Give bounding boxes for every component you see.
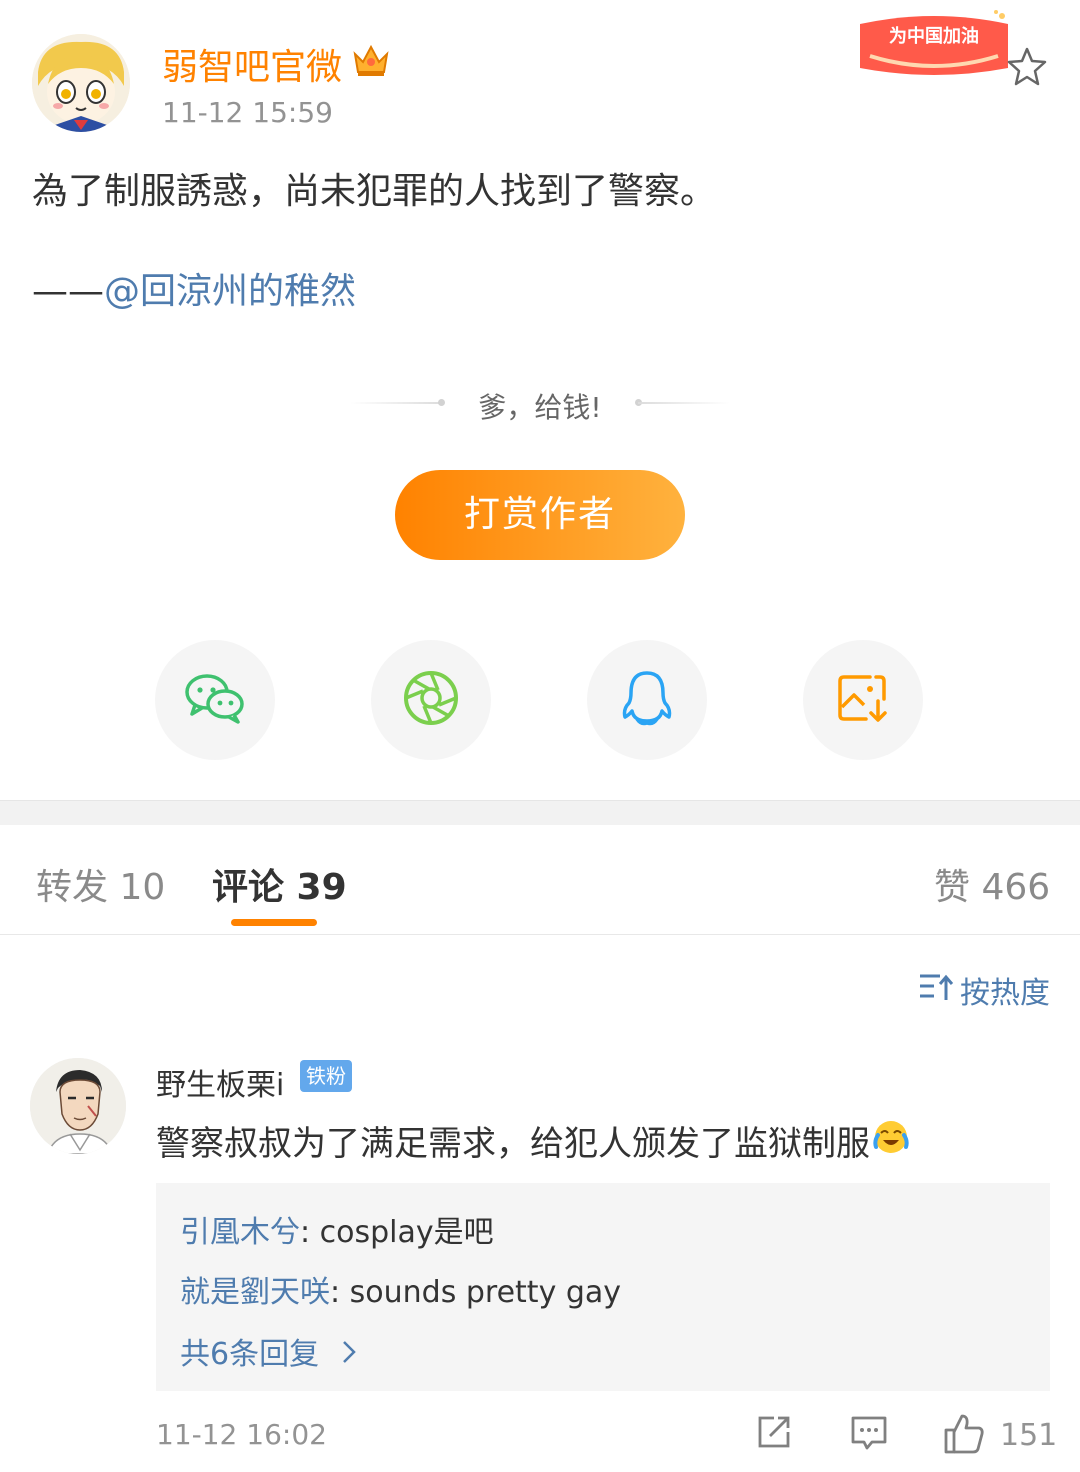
sort-label: 按热度 (960, 976, 1050, 1011)
view-all-replies-link[interactable]: 共6条回复 (180, 1329, 357, 1373)
share-moments-button[interactable] (371, 640, 491, 760)
author-name[interactable]: 弱智吧官微 (162, 38, 342, 90)
reply-text: : cosplay是吧 (300, 1215, 494, 1250)
tab-likes[interactable]: 赞 466 (934, 858, 1050, 910)
comment-bubble-icon (848, 1416, 890, 1458)
reward-author-button[interactable]: 打赏作者 (395, 470, 685, 560)
sort-icon (918, 970, 954, 1010)
credit-dash: —— (32, 271, 104, 312)
tab-comments[interactable]: 评论 39 (212, 858, 347, 910)
reply-author[interactable]: 就是劉天咲 (180, 1275, 330, 1310)
reply-item: 引凰木兮: cosplay是吧 (180, 1207, 494, 1251)
sort-by-heat-button[interactable]: 按热度 (918, 968, 1050, 1012)
more-replies-label: 共6条回复 (180, 1337, 320, 1372)
thumbs-up-icon (942, 1414, 986, 1460)
repost-comment-button[interactable] (754, 1412, 794, 1456)
star-icon[interactable] (1004, 44, 1050, 94)
comment-like-count: 151 (1000, 1418, 1058, 1453)
section-separator (0, 800, 1080, 825)
active-tab-indicator (231, 919, 317, 926)
commenter-name[interactable]: 野生板栗i (156, 1060, 284, 1104)
tab-reposts[interactable]: 转发 10 (36, 858, 165, 910)
reply-preview-box[interactable]: 引凰木兮: cosplay是吧 就是劉天咲: sounds pretty gay… (156, 1183, 1050, 1391)
save-image-button[interactable] (803, 640, 923, 760)
author-avatar[interactable] (32, 34, 130, 132)
commenter-avatar[interactable] (30, 1058, 126, 1154)
comment-body: 警察叔叔为了满足需求，给犯人颁发了监狱制服 (156, 1124, 870, 1164)
tab-divider (0, 934, 1080, 935)
post-credit: ——@回涼州的稚然 (32, 262, 356, 314)
post-time: 11-12 15:59 (162, 96, 333, 129)
reply-text: : sounds pretty gay (330, 1275, 622, 1310)
reply-author[interactable]: 引凰木兮 (180, 1215, 300, 1250)
share-wechat-button[interactable] (155, 640, 275, 760)
share-out-icon (754, 1416, 794, 1456)
wechat-icon (183, 672, 247, 728)
comment-time: 11-12 16:02 (156, 1418, 327, 1451)
fan-badge: 铁粉 (300, 1060, 352, 1092)
crying-laughing-emoji-icon (872, 1117, 910, 1164)
post-text: 為了制服誘惑，尚未犯罪的人找到了警察。 (32, 171, 717, 212)
moments-icon (402, 669, 460, 731)
cheer-china-badge: 为中国加油 (856, 10, 1012, 80)
comment-text: 警察叔叔为了满足需求，给犯人颁发了监狱制服 (156, 1116, 910, 1165)
reward-divider-right (638, 402, 730, 404)
qq-icon (621, 669, 673, 731)
share-qq-button[interactable] (587, 640, 707, 760)
like-comment-button[interactable] (942, 1412, 986, 1460)
save-image-icon (836, 671, 890, 729)
reply-comment-button[interactable] (848, 1412, 890, 1458)
reward-caption: 爹，给钱! (478, 391, 602, 424)
reply-item: 就是劉天咲: sounds pretty gay (180, 1267, 621, 1311)
crown-icon (352, 42, 390, 82)
credit-mention-link[interactable]: @回涼州的稚然 (104, 271, 356, 312)
chevron-right-icon (341, 1338, 357, 1373)
badge-text: 为中国加油 (889, 25, 979, 47)
